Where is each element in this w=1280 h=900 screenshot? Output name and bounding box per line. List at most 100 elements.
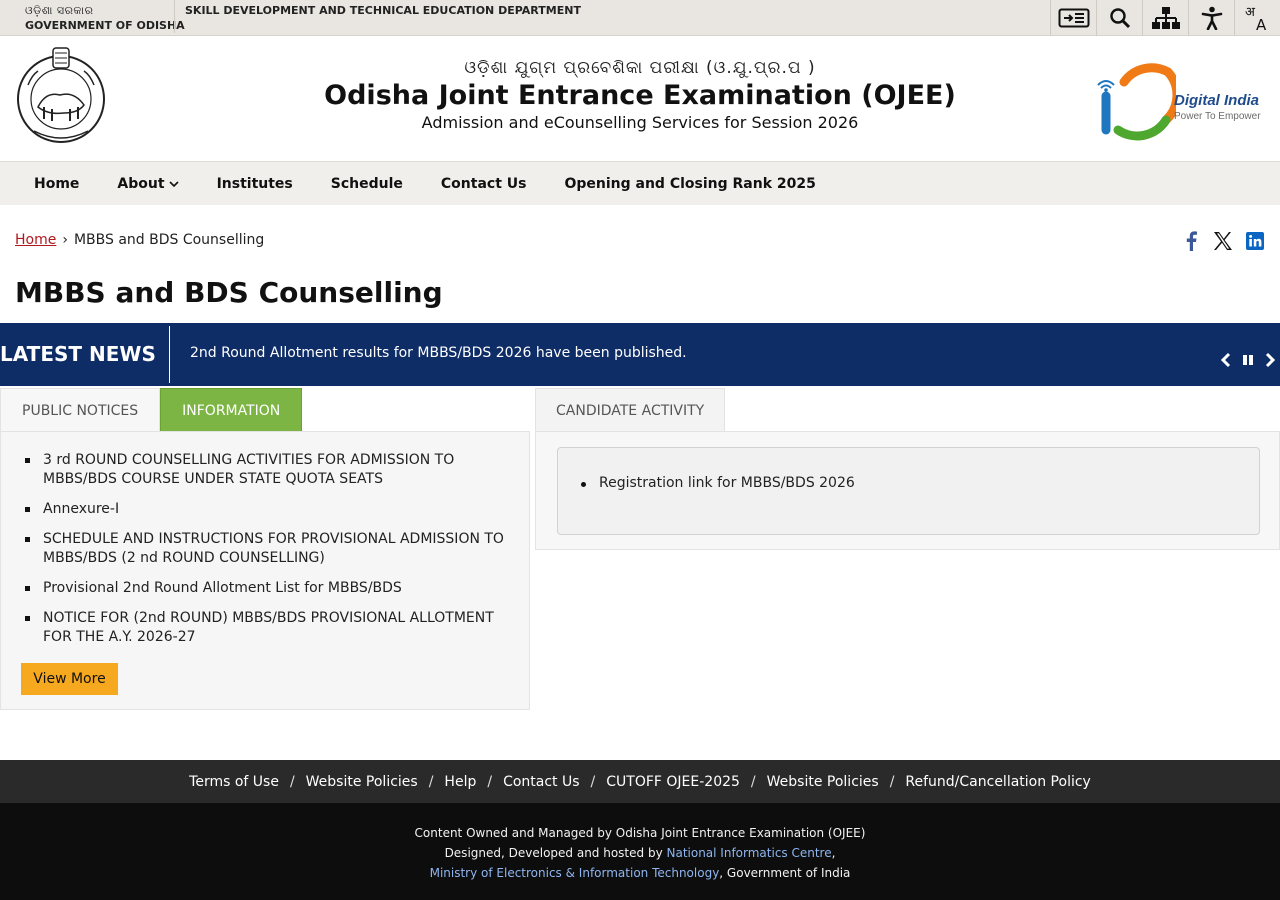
footer-ownership-text: Content Owned and Managed by Odisha Join… [414,826,866,840]
notices-tabs: PUBLIC NOTICES INFORMATION [0,388,303,432]
tab-information[interactable]: INFORMATION [160,388,303,432]
news-pause-button[interactable] [1240,351,1256,369]
digital-india-tagline: Power To Empower [1174,111,1261,122]
notice-list: 3 rd ROUND COUNSELLING ACTIVITIES FOR AD… [21,451,511,658]
footer-link-separator: / [590,773,596,790]
chevron-left-icon [1220,352,1231,368]
notice-item[interactable]: SCHEDULE AND INSTRUCTIONS FOR PROVISIONA… [21,530,511,568]
footer-link-separator: / [889,773,895,790]
linkedin-share-button[interactable] [1244,230,1266,252]
accessibility-button[interactable] [1188,0,1234,36]
footer-hosted-line: Designed, Developed and hosted by Nation… [0,843,1280,863]
digital-india-mark-icon [1097,63,1182,141]
page-title: MBBS and BDS Counselling [15,276,443,309]
footer-hosted-prefix: Designed, Developed and hosted by [444,846,667,860]
accessibility-icon [1201,6,1222,30]
footer-link-separator: / [487,773,493,790]
nav-item-label: Home [34,175,80,192]
svg-text:A: A [1256,16,1267,32]
x-share-button[interactable] [1212,230,1234,252]
footer-link-refund-policy[interactable]: Refund/Cancellation Policy [905,774,1090,790]
sitemap-icon [1151,7,1180,29]
view-more-button[interactable]: View More [21,663,118,695]
search-icon [1109,8,1130,29]
notice-item[interactable]: Annexure-I [21,500,511,519]
footer-link-separator: / [428,773,434,790]
title-block: ଓଡ଼ିଶା ଯୁଗ୍ମ ପ୍ରବେଶିକା ପରୀକ୍ଷା (ଓ.ଯୁ.ପ୍ର… [0,58,1280,132]
footer-link-contact-us[interactable]: Contact Us [503,774,579,790]
site-title: Odisha Joint Entrance Examination (OJEE) [324,80,956,111]
breadcrumb: Home › MBBS and BDS Counselling [15,232,264,248]
nav-item-schedule[interactable]: Schedule [312,162,422,206]
notice-item[interactable]: Provisional 2nd Round Allotment List for… [21,579,511,598]
notices-content: 3 rd ROUND COUNSELLING ACTIVITIES FOR AD… [0,431,530,710]
footer-link-website-policies[interactable]: Website Policies [306,774,418,790]
nav-item-contact-us[interactable]: Contact Us [422,162,546,206]
notices-panel: PUBLIC NOTICES INFORMATION 3 rd ROUND CO… [0,388,530,710]
notice-item[interactable]: 3 rd ROUND COUNSELLING ACTIVITIES FOR AD… [21,451,511,489]
svg-text:अ: अ [1245,5,1256,20]
nav-item-home[interactable]: Home [15,162,98,206]
linkedin-icon [1246,232,1264,250]
gov-english-text: GOVERNMENT OF ODISHA [25,19,185,32]
footer-hosted-suffix: , [831,846,836,860]
breadcrumb-separator: › [62,232,68,248]
footer-ministry-suffix: , Government of India [719,866,851,880]
candidate-activity-box: Registration link for MBBS/BDS 2026 [557,447,1260,535]
nav-item-label: Opening and Closing Rank 2025 [564,175,816,192]
skip-to-content-icon [1058,8,1089,28]
tab-public-notices[interactable]: PUBLIC NOTICES [0,388,161,432]
gov-odia-text: ଓଡ଼ିଶା ସରକାର [25,4,94,17]
language-button[interactable]: अ A [1234,0,1280,36]
nav-item-label: Contact Us [440,175,527,192]
latest-news-bar: LATEST NEWS 2nd Round Allotment results … [0,323,1280,386]
digital-india-title: Digital India [1174,92,1260,109]
footer-link-website-policies-2[interactable]: Website Policies [767,774,879,790]
nav-item-institutes[interactable]: Institutes [198,162,312,206]
government-label: ଓଡ଼ିଶା ସରକାର GOVERNMENT OF ODISHA [25,3,185,33]
chevron-right-icon [1265,352,1276,368]
utility-toolbar: अ A [1050,0,1280,36]
top-divider [174,0,175,33]
nav-item-label: About [117,175,165,192]
nic-link[interactable]: National Informatics Centre [666,846,831,860]
department-name: SKILL DEVELOPMENT AND TECHNICAL EDUCATIO… [185,4,581,17]
notice-item[interactable]: NOTICE FOR (2nd ROUND) MBBS/BDS PROVISIO… [21,609,511,647]
footer-ministry-line: Ministry of Electronics & Information Te… [0,863,1280,883]
digital-india-logo[interactable]: Digital India Power To Empower [1096,52,1268,144]
footer-credits: Content Owned and Managed by Odisha Join… [0,803,1280,900]
news-controls [1218,351,1278,369]
facebook-icon [1186,231,1197,251]
nav-item-label: Institutes [216,175,293,192]
skip-to-content-button[interactable] [1050,0,1096,36]
news-divider [169,326,170,383]
footer-link-terms-of-use[interactable]: Terms of Use [189,774,279,790]
news-ticker-item[interactable]: 2nd Round Allotment results for MBBS/BDS… [190,345,687,361]
news-next-button[interactable] [1262,351,1278,369]
breadcrumb-current: MBBS and BDS Counselling [73,232,265,248]
footer-links: Terms of Use / Website Policies / Help /… [0,760,1280,803]
candidate-activity-list: Registration link for MBBS/BDS 2026 [578,475,855,491]
chevron-down-icon [168,180,179,187]
search-button[interactable] [1096,0,1142,36]
language-icon: अ A [1245,5,1267,32]
facebook-share-button[interactable] [1180,230,1202,252]
nav-item-about[interactable]: About [98,162,197,206]
odia-title: ଓଡ଼ିଶା ଯୁଗ୍ମ ପ୍ରବେଶିକା ପରୀକ୍ଷା (ଓ.ଯୁ.ପ୍ର… [464,58,816,78]
latest-news-label: LATEST NEWS [0,342,156,366]
nav-item-opening-closing-rank[interactable]: Opening and Closing Rank 2025 [545,162,834,206]
pause-icon [1243,355,1253,365]
main-nav: Home About Institutes Schedule Contact U… [0,161,1280,205]
tab-candidate-activity[interactable]: CANDIDATE ACTIVITY [535,388,726,432]
registration-link[interactable]: Registration link for MBBS/BDS 2026 [578,475,855,491]
footer-link-help[interactable]: Help [444,774,476,790]
nav-item-label: Schedule [330,175,403,192]
sitemap-button[interactable] [1142,0,1188,36]
x-twitter-icon [1214,232,1232,250]
meity-link[interactable]: Ministry of Electronics & Information Te… [430,866,720,880]
news-prev-button[interactable] [1218,351,1234,369]
breadcrumb-home-link[interactable]: Home [15,232,56,248]
footer-link-cutoff[interactable]: CUTOFF OJEE-2025 [606,774,740,790]
footer-link-separator: / [289,773,295,790]
social-share [1180,230,1266,252]
